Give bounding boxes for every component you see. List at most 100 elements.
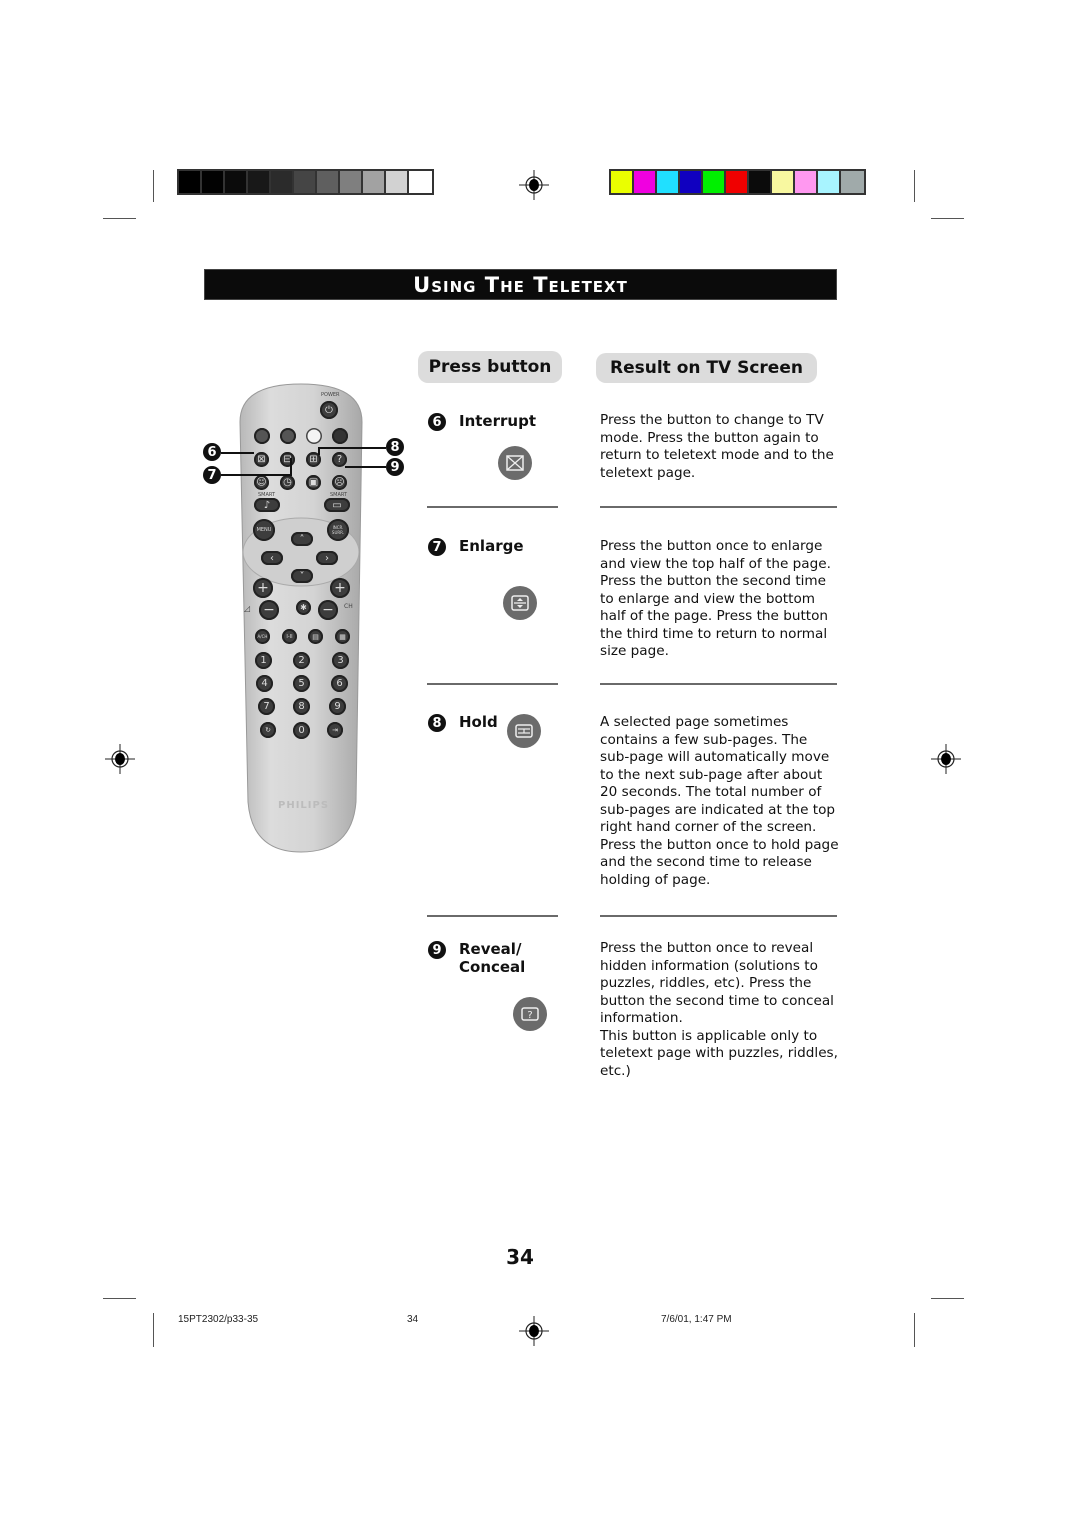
divider [427,915,558,917]
hold-button [507,714,541,748]
footer-page: 34 [407,1314,419,1325]
pip-button[interactable]: ▣ [306,475,321,490]
digit-button[interactable]: 8 [293,698,310,715]
color-swatch [818,171,841,193]
green-button[interactable] [280,428,296,444]
channel-list-button[interactable]: ↻ [260,722,276,738]
remote-body [239,383,363,853]
sleep-button[interactable]: ☹ [332,475,347,490]
mute-button[interactable]: ✱ [296,600,311,615]
left-button[interactable]: ‹ [261,551,283,565]
color-swatch [703,171,726,193]
brand-logo: PHILIPS [278,800,330,811]
item-number-badge: 9 [428,941,446,959]
smart-picture-button[interactable]: ▭ [324,498,350,512]
grayscale-swatch [179,171,202,193]
registration-mark-icon [519,170,549,200]
callout-7: 7 [203,466,221,484]
function-name-hold: Hold [459,713,498,731]
crop-mark [914,170,915,202]
digit-button[interactable]: 5 [293,675,310,692]
callout-line [318,447,320,455]
enlarge-remote-button[interactable]: ⊟ [280,452,295,467]
color-swatch [795,171,818,193]
right-button[interactable]: › [316,551,338,565]
smart-sound-button[interactable]: ♪ [254,498,280,512]
digit-button[interactable]: 4 [256,675,273,692]
color-calibration-bar [609,169,866,195]
crop-mark [103,1298,136,1299]
volume-up-button[interactable]: + [253,578,273,598]
color-swatch [611,171,634,193]
item-number-badge: 6 [428,413,446,431]
callout-line [345,466,386,468]
up-button[interactable]: ˄ [291,532,313,546]
color-swatch [749,171,772,193]
volume-down-button[interactable]: − [259,600,279,620]
crop-mark [931,1298,964,1299]
interrupt-icon [506,455,524,471]
grayscale-swatch [409,171,432,193]
crop-mark [153,1313,154,1347]
grayscale-swatch [363,171,386,193]
result-header: Result on TV Screen [596,353,817,383]
divider [600,506,837,508]
interrupt-remote-button[interactable]: ⊠ [254,452,269,467]
digit-button[interactable]: 1 [255,652,272,669]
reveal-remote-button[interactable]: ? [332,452,347,467]
timer-button[interactable]: ◷ [280,475,295,490]
power-button[interactable]: ⏻ [320,401,338,419]
smiley-button[interactable]: ☺ [254,475,269,490]
grayscale-swatch [294,171,317,193]
down-button[interactable]: ˅ [291,569,313,583]
dual-sound-button[interactable]: I-II [282,629,297,644]
grayscale-swatch [340,171,363,193]
format-button[interactable]: ▤ [308,629,323,644]
hold-icon [515,724,533,738]
color-swatch [772,171,795,193]
teletext-button[interactable]: ▦ [335,629,350,644]
callout-6: 6 [203,443,221,461]
divider [427,506,558,508]
digit-button[interactable]: 0 [293,722,310,739]
divider [600,683,837,685]
red-button[interactable] [254,428,270,444]
reveal-description: Press the button once to reveal hidden i… [600,940,840,1080]
reveal-icon: ? [521,1007,539,1021]
channel-label: CH [344,603,353,610]
channel-up-button[interactable]: + [330,578,350,598]
crop-mark [914,1313,915,1347]
digit-button[interactable]: 7 [258,698,275,715]
digit-button[interactable]: 3 [332,652,349,669]
input-source-button[interactable]: ⇥ [327,722,343,738]
callout-line [221,474,292,476]
yellow-button[interactable] [306,428,322,444]
blue-button[interactable] [332,428,348,444]
menu-button[interactable]: MENU [253,519,275,541]
av-ch-button[interactable]: A/CH [255,629,270,644]
divider [427,683,558,685]
digit-button[interactable]: 2 [293,652,310,669]
function-name-reveal: Reveal/ Conceal [459,940,525,976]
page-number: 34 [506,1245,534,1269]
grayscale-swatch [386,171,409,193]
interrupt-description: Press the button to change to TV mode. P… [600,412,834,481]
item-number-badge: 8 [428,714,446,732]
incr-surr-button[interactable]: INCR. SURR. [327,519,349,541]
callout-line [318,447,386,449]
callout-line [290,458,292,475]
item-number-badge: 7 [428,538,446,556]
callout-line [221,452,254,454]
callout-9: 9 [386,458,404,476]
channel-down-button[interactable]: − [318,600,338,620]
footer-datetime: 7/6/01, 1:47 PM [661,1314,732,1325]
digit-button[interactable]: 6 [331,675,348,692]
enlarge-icon [511,595,529,611]
grayscale-swatch [202,171,225,193]
grayscale-calibration-bar [177,169,434,195]
enlarge-button [503,586,537,620]
function-name-line: Reveal/ [459,940,522,958]
digit-button[interactable]: 9 [329,698,346,715]
interrupt-button [498,446,532,480]
color-swatch [634,171,657,193]
